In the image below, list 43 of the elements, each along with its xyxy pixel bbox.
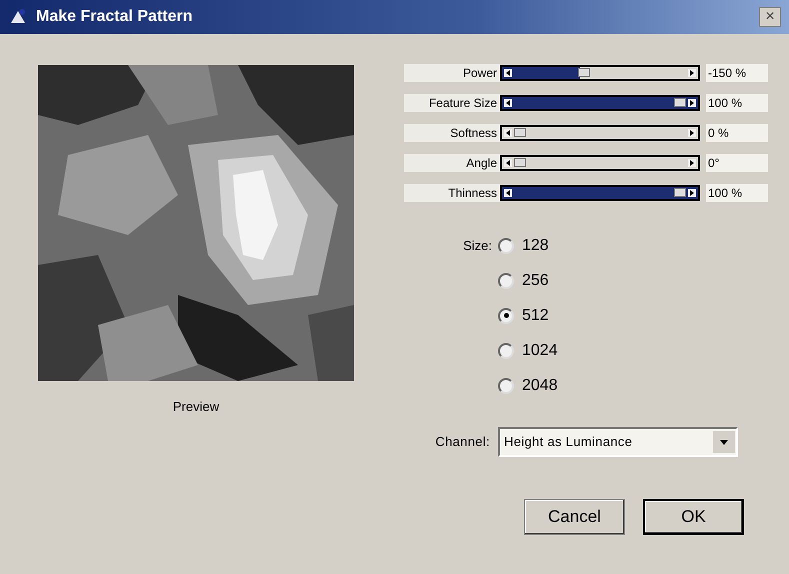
left-arrow-icon[interactable] bbox=[504, 69, 512, 77]
slider-value: 100 % bbox=[706, 184, 768, 202]
radio-label: 512 bbox=[522, 306, 549, 326]
left-arrow-icon[interactable] bbox=[504, 129, 512, 137]
dialog-button[interactable]: OK bbox=[643, 499, 744, 535]
slider-value: 0 % bbox=[706, 124, 768, 142]
left-arrow-icon[interactable] bbox=[504, 159, 512, 167]
preview-caption: Preview bbox=[172, 398, 220, 416]
right-arrow-icon[interactable] bbox=[688, 159, 696, 167]
slider-label: Thinness bbox=[404, 184, 500, 202]
dialog-button[interactable]: Cancel bbox=[524, 499, 625, 535]
slider-value: 100 % bbox=[706, 94, 768, 112]
radio-button[interactable] bbox=[498, 308, 514, 324]
slider-thumb[interactable] bbox=[514, 158, 526, 167]
radio-button[interactable] bbox=[498, 272, 514, 288]
slider-label: Angle bbox=[404, 154, 500, 172]
right-arrow-icon[interactable] bbox=[688, 189, 696, 197]
radio-label: 2048 bbox=[522, 376, 558, 396]
slider-label: Softness bbox=[404, 124, 500, 142]
slider-value: 0° bbox=[706, 154, 768, 172]
left-arrow-icon[interactable] bbox=[504, 189, 512, 197]
slider-thumb[interactable] bbox=[514, 128, 526, 137]
size-label: Size: bbox=[462, 237, 493, 255]
right-arrow-icon[interactable] bbox=[688, 99, 696, 107]
slider-label: Power bbox=[404, 64, 500, 82]
left-arrow-icon[interactable] bbox=[504, 99, 512, 107]
radio-label: 1024 bbox=[522, 340, 558, 360]
radio-label: 128 bbox=[522, 236, 549, 256]
channel-dropdown[interactable]: Height as Luminance bbox=[498, 427, 738, 457]
right-arrow-icon[interactable] bbox=[688, 129, 696, 137]
radio-button[interactable] bbox=[498, 378, 514, 394]
radio-button[interactable] bbox=[498, 238, 514, 254]
slider-thumb[interactable] bbox=[578, 68, 590, 77]
slider-thumb[interactable] bbox=[674, 98, 686, 107]
channel-label: Channel: bbox=[434, 433, 491, 452]
slider-thumb[interactable] bbox=[674, 188, 686, 197]
slider-value: -150 % bbox=[706, 64, 768, 82]
slider-label: Feature Size bbox=[404, 94, 500, 112]
radio-label: 256 bbox=[522, 270, 549, 290]
radio-button[interactable] bbox=[498, 342, 514, 358]
window-title: Make Fractal Pattern bbox=[36, 7, 193, 27]
close-button[interactable]: × bbox=[759, 7, 781, 27]
right-arrow-icon[interactable] bbox=[688, 69, 696, 77]
